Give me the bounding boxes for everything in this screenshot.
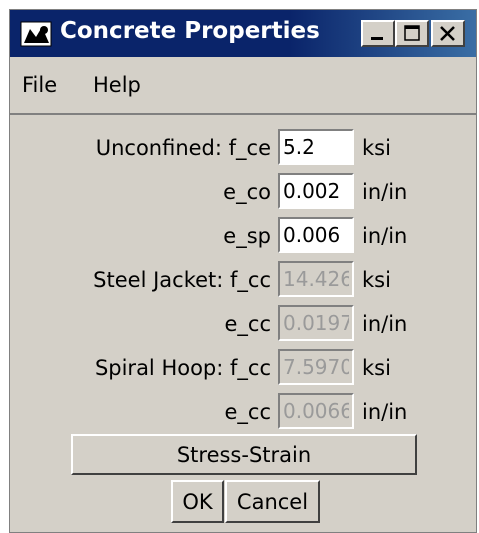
unit-esp: in/in — [362, 224, 408, 248]
unit-steel-fcc: ksi — [362, 268, 391, 292]
maximize-icon — [404, 25, 420, 41]
unit-spiral-ecc: in/in — [362, 400, 408, 424]
cancel-button[interactable]: Cancel — [225, 480, 320, 523]
steel-jacket-ecc-field — [278, 305, 354, 341]
minimize-button[interactable] — [361, 20, 395, 47]
menu-help[interactable]: Help — [93, 73, 141, 97]
menu-file[interactable]: File — [22, 73, 57, 97]
unit-steel-ecc: in/in — [362, 312, 408, 336]
window-title: Concrete Properties — [60, 18, 320, 44]
stress-strain-button[interactable]: Stress-Strain — [71, 434, 417, 475]
label-spiral-hoop-fcc: Spiral Hoop: f_cc — [94, 356, 271, 380]
steel-jacket-fcc-field — [278, 261, 354, 297]
menu-bar: File Help — [10, 57, 476, 115]
close-button[interactable] — [431, 20, 465, 47]
unit-eco: in/in — [362, 180, 408, 204]
label-steel-jacket-ecc: e_cc — [224, 312, 271, 336]
esp-input[interactable] — [278, 217, 354, 253]
maximize-button[interactable] — [395, 20, 429, 47]
label-esp: e_sp — [223, 224, 271, 248]
app-icon — [20, 21, 54, 49]
close-icon — [440, 26, 455, 41]
label-eco: e_co — [223, 180, 271, 204]
eco-input[interactable] — [278, 173, 354, 209]
minimize-icon — [371, 37, 383, 40]
concrete-properties-window: Concrete Properties File Help Unconfined… — [9, 9, 477, 533]
label-spiral-hoop-ecc: e_cc — [224, 400, 271, 424]
spiral-hoop-ecc-field — [278, 393, 354, 429]
label-unconfined-fce: Unconfined: f_ce — [95, 136, 271, 160]
unit-spiral-fcc: ksi — [362, 356, 391, 380]
spiral-hoop-fcc-field — [278, 349, 354, 385]
title-bar[interactable]: Concrete Properties — [10, 10, 476, 57]
label-steel-jacket-fcc: Steel Jacket: f_cc — [93, 268, 271, 292]
unit-fce: ksi — [362, 136, 391, 160]
unconfined-fce-input[interactable] — [278, 129, 354, 165]
ok-button[interactable]: OK — [171, 480, 224, 523]
